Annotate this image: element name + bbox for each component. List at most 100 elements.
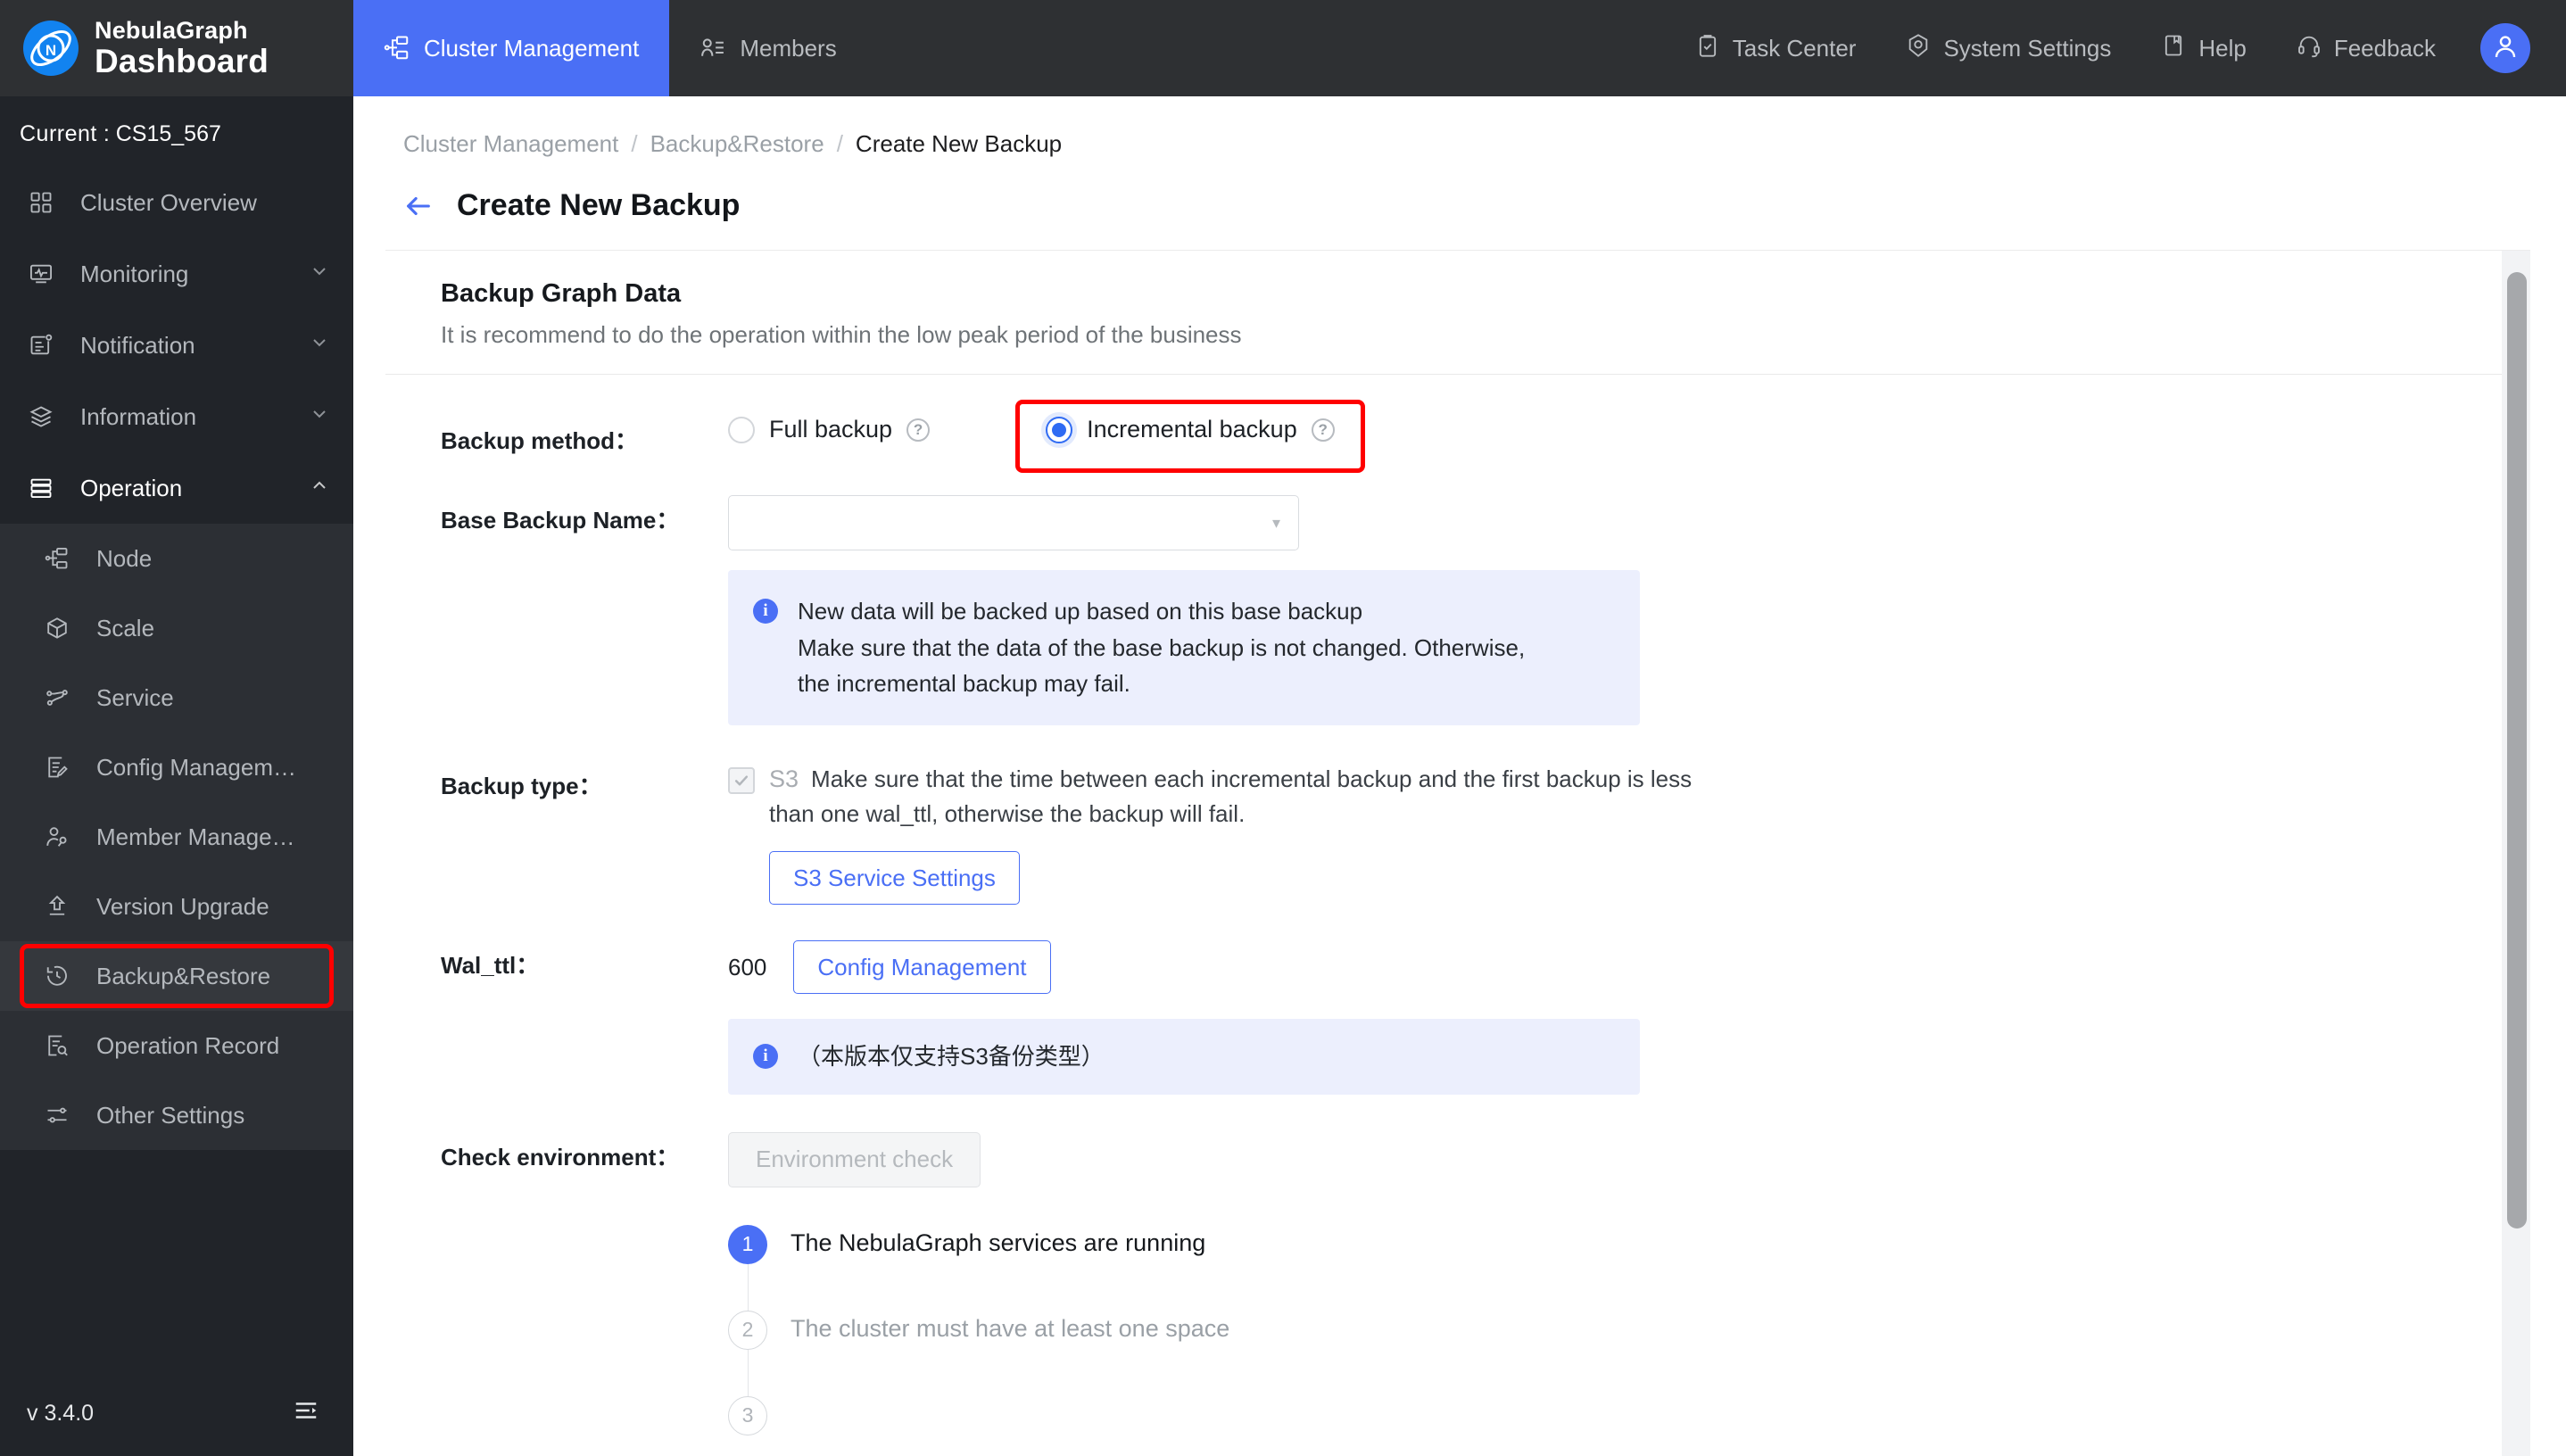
breadcrumb-item-create-new-backup: Create New Backup	[855, 130, 1063, 157]
info-line-3: the incremental backup may fail.	[798, 670, 1130, 698]
sidebar-item-node[interactable]: Node	[0, 524, 353, 593]
brand-logo-area[interactable]: N NebulaGraph Dashboard	[0, 0, 353, 96]
field-check-environment: Check environment： Environment check	[441, 1131, 2530, 1187]
card-header: Backup Graph Data It is recommend to do …	[385, 251, 2530, 375]
server-icon	[29, 476, 66, 500]
current-separator: :	[103, 121, 110, 146]
nebula-logo-icon: N	[23, 21, 79, 76]
wal-ttl-info-row: i （本版本仅支持S3备份类型）	[441, 1019, 2530, 1095]
breadcrumb-item-backup-restore[interactable]: Backup&Restore	[650, 130, 824, 158]
chevron-down-icon[interactable]: ▾	[1272, 514, 1280, 533]
member-wrench-icon	[45, 824, 82, 849]
app-root: N NebulaGraph Dashboard Cluster Manageme…	[0, 0, 2566, 1456]
sidebar-item-information[interactable]: Information	[0, 381, 353, 452]
question-circle-icon[interactable]: ?	[906, 418, 931, 442]
sidebar-item-service[interactable]: Service	[0, 663, 353, 732]
content-scrollbar-track[interactable]	[2502, 251, 2530, 1456]
s3-service-settings-button[interactable]: S3 Service Settings	[769, 851, 1020, 906]
sidebar-item-label: Service	[96, 683, 174, 711]
topnav-item-members[interactable]: Members	[669, 0, 866, 96]
info-line-2: Make sure that the data of the base back…	[798, 633, 1526, 661]
base-backup-info-control: i New data will be backed up based on th…	[728, 570, 2530, 725]
field-base-backup-name: Base Backup Name： ▾	[441, 495, 2530, 550]
system-settings-label: System Settings	[1943, 34, 2112, 62]
current-value: CS15_567	[115, 121, 221, 146]
brand-line1: NebulaGraph	[95, 17, 248, 44]
clipboard-check-icon	[1695, 33, 1720, 64]
sidebar-item-operation[interactable]: Operation	[0, 452, 353, 524]
base-backup-info-row: i New data will be backed up based on th…	[441, 570, 2530, 725]
back-arrow-icon[interactable]	[403, 191, 434, 221]
sidebar-item-backup-restore[interactable]: Backup&Restore	[0, 941, 353, 1011]
chevron-up-icon[interactable]	[309, 475, 330, 502]
sidebar-item-label: Scale	[96, 614, 155, 641]
avatar[interactable]	[2480, 23, 2530, 73]
cluster-icon	[384, 35, 410, 62]
base-backup-name-select[interactable]: ▾	[728, 495, 1299, 550]
backup-method-control: Full backup ? Incremental backup ?	[728, 400, 2530, 473]
spacer-label	[441, 1019, 728, 1054]
sidebar-current-cluster: Current : CS15_567	[0, 96, 353, 167]
top-bar: N NebulaGraph Dashboard Cluster Manageme…	[0, 0, 2566, 96]
feedback-button[interactable]: Feedback	[2272, 0, 2461, 96]
backup-type-description-wrap: S3 Make sure that the time between each i…	[769, 761, 1715, 832]
radio-dot-full	[728, 416, 755, 443]
top-nav: Cluster Management Members	[353, 0, 867, 96]
radio-full-backup[interactable]: Full backup ?	[728, 416, 931, 443]
field-backup-type: Backup type： S3 Make sure that the time b…	[441, 761, 2530, 906]
question-circle-icon[interactable]: ?	[1311, 418, 1335, 442]
breadcrumb-item-cluster-management[interactable]: Cluster Management	[403, 130, 618, 158]
upgrade-arrow-icon	[45, 894, 82, 919]
check-environment-control: Environment check	[728, 1131, 2530, 1187]
sidebar-nav: Cluster Overview Monitoring Notification…	[0, 167, 353, 1370]
backup-form-card: Backup Graph Data It is recommend to do …	[385, 250, 2530, 1456]
sidebar-item-config-management[interactable]: Config Managem…	[0, 732, 353, 802]
help-button[interactable]: Help	[2136, 0, 2271, 96]
breadcrumb-separator: /	[631, 130, 638, 157]
topnav-item-cluster-management[interactable]: Cluster Management	[353, 0, 670, 96]
collapse-menu-icon[interactable]	[293, 1397, 319, 1430]
task-center-button[interactable]: Task Center	[1670, 0, 1882, 96]
step-item: 1 The NebulaGraph services are running	[728, 1224, 2530, 1311]
card-heading: Backup Graph Data	[441, 279, 682, 308]
service-icon	[45, 685, 82, 710]
sidebar-item-scale[interactable]: Scale	[0, 593, 353, 663]
sidebar-item-notification[interactable]: Notification	[0, 310, 353, 381]
base-backup-info-text: New data will be backed up based on this…	[798, 593, 1525, 702]
body: Current : CS15_567 Cluster Overview Moni…	[0, 96, 2566, 1456]
wal-ttl-info-control: i （本版本仅支持S3备份类型）	[728, 1019, 2530, 1095]
sidebar-item-member-management[interactable]: Member Manage…	[0, 802, 353, 872]
current-label: Current	[20, 121, 97, 146]
wal-ttl-info-text: （本版本仅支持S3备份类型）	[798, 1043, 1105, 1071]
environment-check-button[interactable]: Environment check	[728, 1131, 981, 1187]
backup-method-radio-group: Full backup ? Incremental backup ?	[728, 400, 2530, 473]
members-icon	[699, 35, 726, 62]
sidebar-item-version-upgrade[interactable]: Version Upgrade	[0, 872, 353, 941]
radio-label-full: Full backup	[769, 416, 893, 443]
chevron-down-icon[interactable]	[309, 261, 330, 288]
record-search-icon	[45, 1033, 82, 1058]
step-number-badge: 3	[728, 1395, 767, 1435]
chevron-down-icon[interactable]	[309, 332, 330, 360]
page-title-row: Create New Backup	[353, 158, 2566, 250]
step-connector-line	[748, 1263, 749, 1311]
content-scrollbar-thumb[interactable]	[2507, 272, 2527, 1228]
sidebar-item-operation-record[interactable]: Operation Record	[0, 1011, 353, 1080]
sidebar-item-cluster-overview[interactable]: Cluster Overview	[0, 167, 353, 238]
sidebar-item-monitoring[interactable]: Monitoring	[0, 238, 353, 310]
config-management-button[interactable]: Config Management	[793, 940, 1051, 995]
sidebar: Current : CS15_567 Cluster Overview Moni…	[0, 96, 353, 1456]
spacer-label	[441, 570, 728, 605]
system-settings-button[interactable]: System Settings	[1881, 0, 2136, 96]
radio-incremental-backup[interactable]: Incremental backup ?	[1046, 416, 1335, 443]
wal-ttl-info-box: i （本版本仅支持S3备份类型）	[728, 1019, 1640, 1095]
chevron-down-icon[interactable]	[309, 403, 330, 431]
environment-steps-row: 1 The NebulaGraph services are running 2…	[441, 1224, 2530, 1435]
sidebar-item-label: Backup&Restore	[96, 962, 271, 989]
node-tree-icon	[45, 546, 82, 571]
sidebar-item-label: Member Manage…	[96, 823, 295, 850]
brand-line2: Dashboard	[95, 43, 269, 79]
wal-ttl-value: 600	[728, 953, 767, 980]
sidebar-item-other-settings[interactable]: Other Settings	[0, 1080, 353, 1150]
backup-type-description: Make sure that the time between each inc…	[769, 765, 1693, 828]
